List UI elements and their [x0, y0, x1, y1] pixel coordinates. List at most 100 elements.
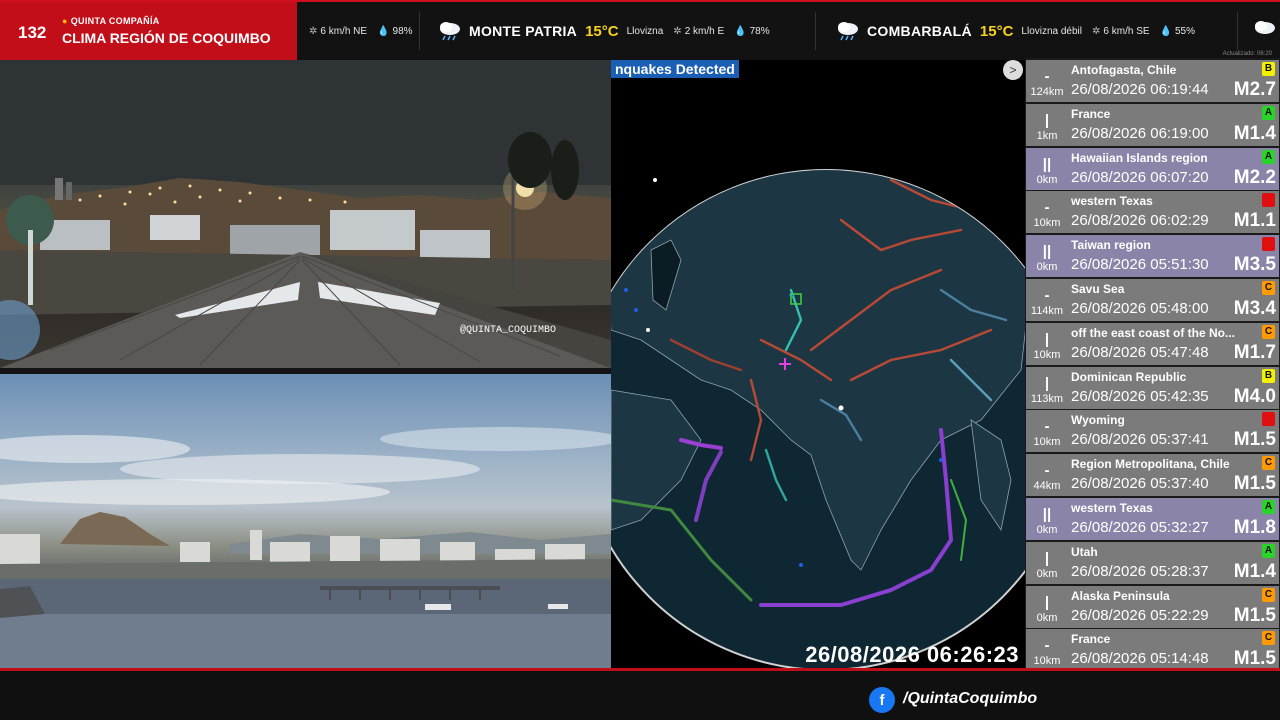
quake-grade-badge: B	[1262, 62, 1275, 76]
quake-magnitude: M1.7	[1233, 341, 1276, 363]
quake-magnitude: M1.8	[1233, 517, 1276, 538]
quake-row[interactable]: -44km Region Metropolitana, Chile 26/08/20…	[1026, 454, 1279, 497]
quake-place: Region Metropolitana, Chile	[1071, 457, 1230, 472]
quake-place: Alaska Peninsula	[1071, 588, 1170, 603]
quake-depth: 0km	[1036, 524, 1058, 536]
ticker-temp: 15°C	[585, 22, 619, 40]
camera-feed-night: @QUINTA_COQUIMBO	[0, 60, 611, 368]
camera-feed-bay	[0, 374, 611, 670]
quake-time: 26/08/2026 05:42:35	[1071, 387, 1209, 405]
quake-grade-badge	[1262, 193, 1275, 208]
quake-magnitude: M1.1	[1233, 210, 1276, 232]
quake-depth: 0km	[1036, 567, 1058, 580]
quake-row[interactable]: | 113km Dominican Republic 26/08/2026 05:42…	[1026, 366, 1279, 409]
quake-row[interactable]: | 10km off the east coast of the No... 26/0…	[1026, 322, 1279, 365]
quake-row[interactable]: -114km Savu Sea 26/08/2026 05:48:00 M3.4 C	[1026, 279, 1279, 321]
quake-magnitude: M3.4	[1233, 298, 1276, 319]
quake-place: Utah	[1071, 544, 1098, 559]
footer: f /QuintaCoquimbo	[0, 671, 1280, 720]
weather-ticker: ✲ 6 km/h NE 💧 98% MONTE PATRIA 15°C Llov…	[297, 2, 1280, 60]
quake-place: Dominican Republic	[1071, 369, 1187, 384]
quake-row[interactable]: | 0km Alaska Peninsula 26/08/2026 05:22:29 M…	[1026, 585, 1279, 628]
ticker-item: ✲ 6 km/h NE 💧 98%	[309, 2, 423, 60]
ticker-humidity: 78%	[749, 25, 770, 37]
ticker-wind: 6 km/h SE	[1103, 25, 1150, 37]
quake-intensity-bar: ||	[1042, 243, 1052, 261]
quake-grade-badge: C	[1262, 281, 1275, 295]
quake-depth: 10km	[1033, 655, 1061, 668]
quake-time: 26/08/2026 05:22:29	[1071, 606, 1209, 624]
ticker-humidity: 55%	[1175, 25, 1196, 37]
quake-place: France	[1071, 632, 1111, 647]
quake-place: western Texas	[1071, 501, 1153, 515]
quake-place: Wyoming	[1071, 413, 1125, 428]
camera-watermark: @QUINTA_COQUIMBO	[459, 325, 556, 336]
quake-grade-badge: C	[1262, 631, 1275, 646]
quake-intensity-bar: -	[1044, 637, 1050, 655]
quake-magnitude: M1.5	[1233, 473, 1276, 495]
ticker-temp: 15°C	[979, 22, 1014, 40]
quake-intensity-bar: -	[1044, 68, 1050, 85]
quake-row[interactable]: || 0km Hawaiian Islands region 26/08/2026 0…	[1026, 147, 1279, 190]
ticker-city: MONTE PATRIA	[469, 23, 578, 39]
quake-place: Taiwan region	[1071, 238, 1151, 253]
quake-row[interactable]: -124km Antofagasta, Chile 26/08/2026 06:19…	[1026, 60, 1279, 102]
quake-intensity-bar: |	[1044, 111, 1050, 129]
quake-row[interactable]: -10km western Texas 26/08/2026 06:02:29 M1.…	[1026, 191, 1279, 234]
quake-magnitude: M2.2	[1233, 166, 1276, 188]
earthquake-map[interactable]: nquakes Detected > 26/08/2026 06:26:23	[611, 60, 1025, 670]
map-next-button[interactable]: >	[1003, 60, 1023, 80]
facebook-icon: f	[869, 687, 895, 713]
quake-time: 26/08/2026 05:37:41	[1071, 431, 1209, 449]
quake-place: Savu Sea	[1071, 282, 1125, 296]
ticker-humidity: 98%	[392, 25, 413, 37]
wind-icon: ✲	[309, 25, 318, 37]
quake-intensity-bar: |	[1044, 593, 1050, 611]
quake-grade-badge: A	[1262, 500, 1275, 514]
quake-time: 26/08/2026 06:07:20	[1071, 168, 1209, 186]
quake-grade-badge: C	[1262, 324, 1275, 339]
dot-icon: ●	[62, 16, 68, 26]
humidity-icon: 💧	[1159, 25, 1172, 37]
quake-place: Antofagasta, Chile	[1071, 63, 1177, 77]
quake-depth: 124km	[1030, 86, 1064, 98]
ticker-separator	[419, 12, 420, 50]
quake-depth: 1km	[1036, 129, 1058, 142]
ticker-item: MONTE PATRIA 15°C Llovizna ✲ 2 km/h E 💧 …	[437, 2, 780, 60]
quake-time: 26/08/2026 05:14:48	[1071, 650, 1209, 668]
facebook-handle[interactable]: /QuintaCoquimbo	[903, 690, 1037, 708]
globe-map	[611, 169, 1025, 670]
quake-intensity-bar: ||	[1042, 506, 1052, 523]
quake-depth: 114km	[1030, 305, 1064, 317]
quake-row[interactable]: -10km France 26/08/2026 05:14:48 M1.5 C	[1026, 629, 1279, 672]
quake-row[interactable]: | 1km France 26/08/2026 06:19:00 M1.4 A	[1026, 103, 1279, 146]
ticker-separator	[815, 12, 816, 50]
quake-grade-badge: A	[1262, 149, 1275, 164]
quake-place: western Texas	[1071, 194, 1153, 209]
ticker-condition: Llovizna	[626, 25, 664, 37]
quake-row[interactable]: || 0km Taiwan region 26/08/2026 05:51:30 M3.…	[1026, 235, 1279, 278]
quake-row[interactable]: -10km Wyoming 26/08/2026 05:37:41 M1.5	[1026, 410, 1279, 453]
brand-block: 132 ● QUINTA COMPAÑÍA CLIMA REGIÓN DE COQ…	[0, 2, 297, 60]
quake-list: -124km Antofagasta, Chile 26/08/2026 06:19…	[1025, 58, 1280, 672]
channel-number: 132	[18, 23, 47, 42]
quake-time: 26/08/2026 05:51:30	[1071, 256, 1209, 274]
quake-row[interactable]: | 0km Utah 26/08/2026 05:28:37 M1.4 A	[1026, 541, 1279, 584]
ticker-wind: 2 km/h E	[684, 25, 725, 37]
wind-icon: ✲	[673, 25, 682, 37]
quake-time: 26/08/2026 05:48:00	[1071, 300, 1209, 317]
quake-row[interactable]: || 0km western Texas 26/08/2026 05:32:27 M1.…	[1026, 498, 1279, 540]
map-clock: 26/08/2026 06:26:23	[805, 642, 1019, 667]
rain-cloud-icon	[838, 22, 858, 41]
quake-grade-badge: A	[1262, 543, 1275, 558]
quake-time: 26/08/2026 05:32:27	[1071, 519, 1209, 536]
ticker-separator	[1237, 12, 1238, 50]
quake-depth: 0km	[1036, 611, 1058, 624]
humidity-icon: 💧	[734, 25, 747, 37]
ticker-city: COMBARBALÁ	[867, 23, 972, 39]
quake-magnitude: M2.7	[1233, 79, 1276, 100]
quake-magnitude: M4.0	[1233, 385, 1276, 407]
quake-depth: 0km	[1036, 173, 1058, 186]
quake-depth: 44km	[1033, 480, 1061, 493]
quake-intensity-bar: -	[1044, 287, 1050, 304]
